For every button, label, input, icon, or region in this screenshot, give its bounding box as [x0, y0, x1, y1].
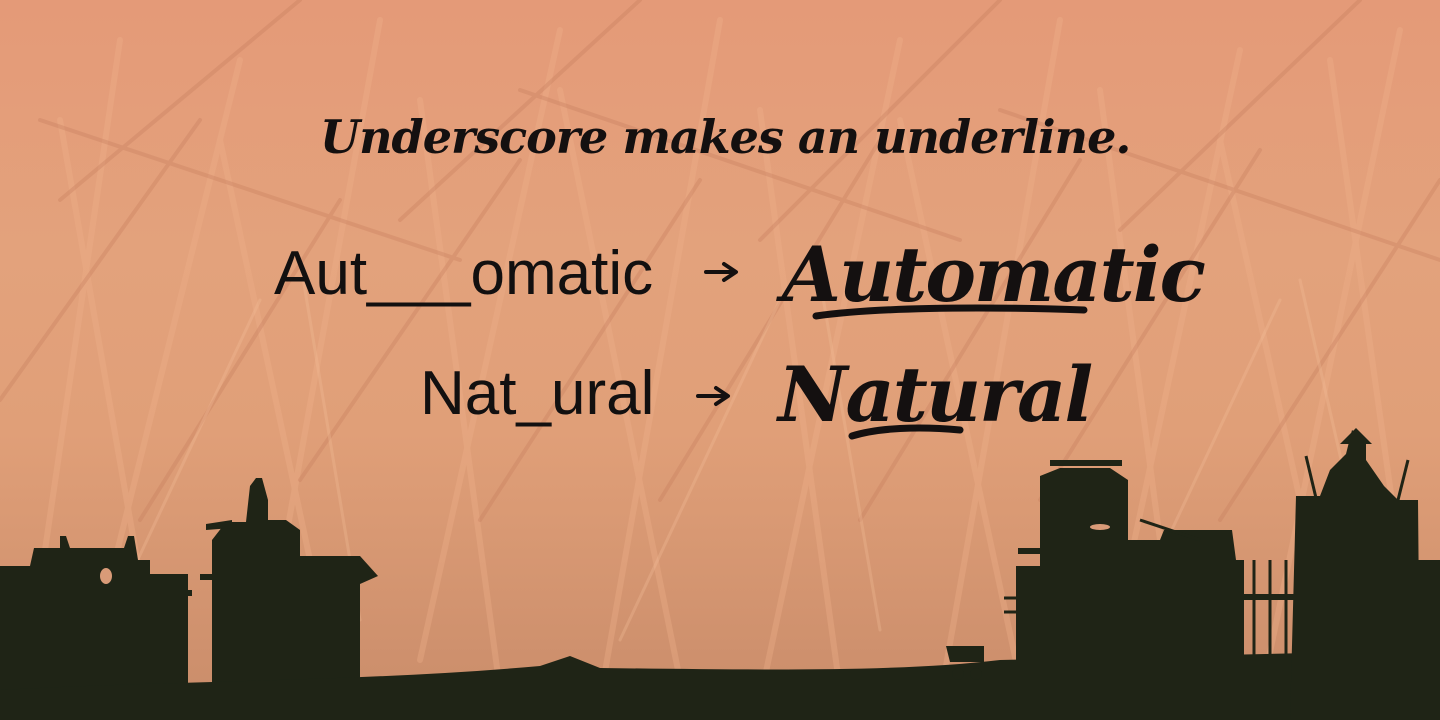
- right-arrow-icon: [696, 386, 730, 406]
- underline-stroke: [812, 304, 1088, 320]
- right-arrow-icon: [704, 262, 738, 282]
- example-input-natural: Nat_ural: [420, 359, 655, 428]
- example-input-automatic: Aut___omatic: [274, 239, 654, 308]
- underline-stroke: [848, 424, 964, 440]
- font-specimen-banner: Underscore makes an underline. Aut___oma…: [0, 0, 1440, 720]
- headline: Underscore makes an underline.: [320, 110, 1131, 164]
- village-silhouette: [0, 428, 1440, 720]
